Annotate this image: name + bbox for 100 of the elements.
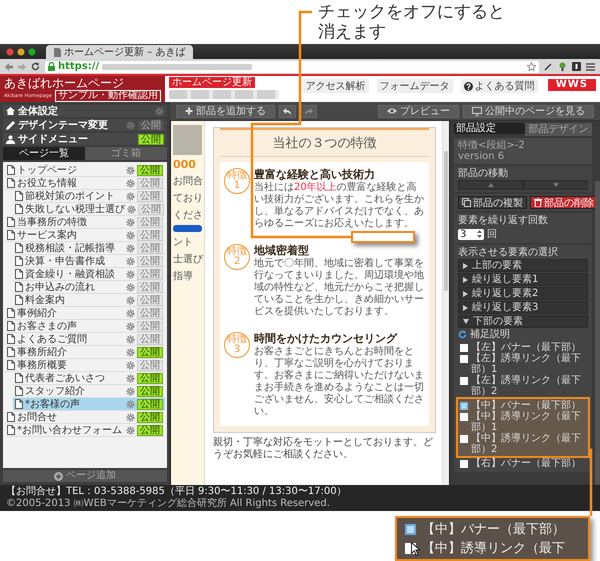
page-item[interactable]: 料金案内 公開 xyxy=(13,294,165,307)
page-item[interactable]: お役立ち情報 公開 xyxy=(5,177,165,190)
publish-toggle[interactable]: 公開 xyxy=(137,372,163,384)
checkbox[interactable] xyxy=(460,413,468,421)
address-bar[interactable]: https:// xyxy=(45,60,539,72)
copy-icon xyxy=(462,198,471,207)
header-link[interactable]: フォームデータ xyxy=(376,79,453,93)
page-item[interactable]: トップページ 公開 xyxy=(5,164,165,177)
element-group-row[interactable]: 下部の要素 xyxy=(458,315,588,328)
checkbox[interactable] xyxy=(460,435,468,443)
element-group-row[interactable]: 繰り返し要素3 xyxy=(458,301,588,314)
settings-row[interactable]: デザインテーマ変更 公開 xyxy=(3,119,167,131)
publish-toggle[interactable]: 公開 xyxy=(137,424,163,436)
view-live-page-button[interactable]: 公開中のページを見る xyxy=(463,104,594,118)
checkbox[interactable] xyxy=(460,344,468,352)
page-title: *お客様の声 xyxy=(25,398,81,410)
star-icon[interactable] xyxy=(527,62,536,71)
checkbox[interactable] xyxy=(460,460,468,468)
page-item[interactable]: お客さまの声 公開 xyxy=(5,320,165,333)
forward-icon[interactable] xyxy=(18,62,26,70)
page-item[interactable]: 節税対策のポイント 公開 xyxy=(13,190,165,203)
menu-icon[interactable] xyxy=(586,62,595,70)
settings-icon[interactable] xyxy=(155,106,164,116)
extension-icon[interactable] xyxy=(558,62,567,71)
sidebar-tab[interactable]: ページ一覧 xyxy=(3,147,85,160)
delete-button[interactable]: 部品の削除 xyxy=(530,196,598,209)
page-item[interactable]: 決算・申告書作成 公開 xyxy=(13,255,165,268)
page-item[interactable]: 事務所概要 公開 xyxy=(5,359,165,372)
page-item[interactable]: 事例紹介 公開 xyxy=(5,307,165,320)
scrollbar[interactable] xyxy=(595,181,600,485)
section-heading: 当社の３つの特徴 xyxy=(220,130,429,157)
unit-label: 回 xyxy=(487,228,497,241)
page-item[interactable]: 資金繰り・融資相談 公開 xyxy=(13,268,165,281)
header-link[interactable]: よくある質問 xyxy=(460,79,538,93)
page-icon xyxy=(7,334,15,344)
repeat-count-select[interactable]: 3 xyxy=(458,228,484,240)
scrollbar[interactable] xyxy=(442,121,449,485)
trash-icon xyxy=(534,198,542,207)
page-item[interactable]: 事務所紹介 公開 xyxy=(5,346,165,359)
annotation-text: チェックをオフにすると xyxy=(318,2,506,22)
checkbox[interactable] xyxy=(460,355,468,363)
settings-row[interactable]: 全体設定 xyxy=(3,105,167,117)
extension-icon[interactable] xyxy=(572,62,581,71)
badge-number: 2 xyxy=(234,257,240,267)
checkbox-label: 【中】誘導リンク（最下部）1 xyxy=(471,411,582,433)
settings-row[interactable]: サイドメニュー 公開 xyxy=(3,133,167,145)
publish-toggle[interactable]: 公開 xyxy=(137,412,163,422)
header-link[interactable]: アクセス解析 xyxy=(302,79,369,93)
page-item[interactable]: 当事務所の特徴 公開 xyxy=(5,216,165,229)
page-item[interactable]: サービス案内 公開 xyxy=(5,229,165,242)
page-icon xyxy=(7,178,15,188)
checkbox-label: 【右】バナー（最下部） xyxy=(471,458,581,469)
page-title: 料金案内 xyxy=(25,294,66,306)
page-item[interactable]: 税務相談・記帳指導 公開 xyxy=(13,242,165,255)
publish-toggle[interactable]: 公開 xyxy=(137,346,163,358)
element-group-row[interactable]: 繰り返し要素2 xyxy=(458,287,588,300)
duplicate-button[interactable]: 部品の複製 xyxy=(458,196,527,209)
person-icon xyxy=(6,134,15,144)
reload-icon[interactable] xyxy=(31,62,40,71)
publish-toggle[interactable]: 公開 xyxy=(137,398,163,410)
panel-tab[interactable]: 部品設定 xyxy=(454,123,525,134)
leader-line xyxy=(588,448,592,516)
publish-toggle[interactable]: 公開 xyxy=(137,164,163,176)
page-item[interactable]: *お客様の声 公開 xyxy=(13,398,165,411)
page-title: *お問い合わせフォーム xyxy=(17,424,123,436)
page-item[interactable]: お問合せ 公開 xyxy=(5,411,165,424)
page-item[interactable]: *お問い合わせフォーム 公開 xyxy=(5,424,165,437)
page-icon xyxy=(15,399,23,409)
undo-button[interactable] xyxy=(279,104,296,118)
page-icon xyxy=(7,425,15,435)
settings-label: サイドメニュー xyxy=(18,133,89,146)
publish-toggle[interactable]: 公開 xyxy=(138,134,164,144)
element-group-row[interactable]: 上部の要素 xyxy=(458,259,588,272)
feature-text: お客さまごとにきちんとお時間をとり、丁寧なご説明を心がけております。お客さまにご納得いただけないままお手続きを進めるようなことは一切ございません。安心してご相談ください。 xyxy=(254,346,425,418)
publish-toggle[interactable]: 公開 xyxy=(137,386,163,396)
page-item[interactable]: 代表者ごあいさつ 公開 xyxy=(13,372,165,385)
page-text-fragment: 士選び xyxy=(173,252,202,266)
preview-button[interactable]: プレビュー xyxy=(378,104,459,118)
checkbox[interactable] xyxy=(405,524,416,535)
page-text-fragment: ており xyxy=(173,192,202,205)
page-title: よくあるご質問 xyxy=(17,334,88,344)
checkbox[interactable] xyxy=(460,377,468,385)
page-item[interactable]: よくあるご質問 公開 xyxy=(5,333,165,346)
page-item[interactable]: お申込みの流れ 公開 xyxy=(13,281,165,294)
page-text-fragment: 指導 xyxy=(173,270,194,283)
element-group-row[interactable]: 繰り返し要素1 xyxy=(458,273,588,286)
page-item[interactable]: 失敗しない税理士選び 公開 xyxy=(13,203,165,216)
page-title: 資金繰り・融資相談 xyxy=(25,268,116,280)
checkbox[interactable] xyxy=(460,402,468,410)
window-controls-icon[interactable] xyxy=(6,48,36,56)
page-icon xyxy=(15,243,23,253)
page-title: トップページ xyxy=(17,164,78,176)
back-icon[interactable] xyxy=(5,62,13,70)
add-part-button[interactable]: 部品を追加する xyxy=(176,104,275,118)
settings-icon[interactable] xyxy=(126,120,135,130)
help-icon xyxy=(464,82,473,90)
logo-title: あきばれホームページ xyxy=(4,76,125,90)
browser-tab[interactable]: ホームページ更新 – あきば xyxy=(46,45,194,59)
extension-icon[interactable] xyxy=(544,62,553,71)
checkbox-label: 【左】誘導リンク（最下部）2 xyxy=(471,375,582,397)
